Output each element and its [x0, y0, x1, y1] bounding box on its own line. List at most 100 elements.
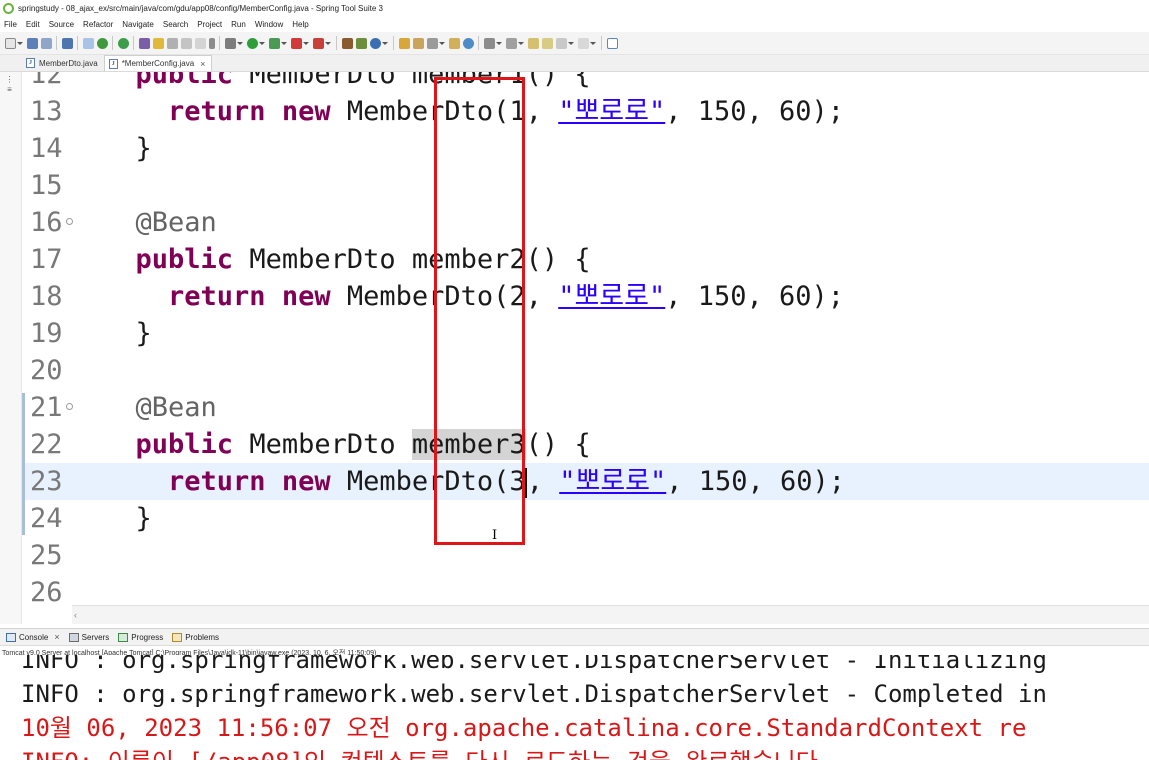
menu-search[interactable]: Search [163, 20, 188, 29]
annotation-dropdown-icon[interactable] [439, 38, 445, 49]
coverage-icon[interactable] [269, 37, 280, 49]
code-line[interactable]: 19 } [22, 315, 1149, 352]
open-folder-icon[interactable] [399, 37, 410, 49]
toolbar-separator [478, 36, 479, 50]
scroll-left-icon[interactable]: ‹ [74, 610, 77, 620]
code-line[interactable]: 20 [22, 352, 1149, 389]
coverage-dropdown-icon[interactable] [281, 38, 287, 49]
new-icon[interactable] [5, 37, 16, 49]
tab-problems[interactable]: Problems [172, 632, 219, 642]
open-perspective-icon[interactable] [607, 37, 618, 49]
menu-source[interactable]: Source [49, 20, 74, 29]
mark-occurrences-icon[interactable] [153, 37, 164, 49]
toolbar-separator [133, 36, 134, 50]
code-text: @Bean [103, 389, 217, 426]
editor-horizontal-scrollbar[interactable]: ‹ [72, 605, 1149, 624]
code-line[interactable]: 22 public MemberDto member3() { [22, 426, 1149, 463]
tab-memberdto-java[interactable]: J MemberDto.java [22, 55, 104, 71]
block-selection-icon[interactable] [181, 37, 192, 49]
back-history-icon[interactable] [542, 37, 553, 49]
next-annotation-icon[interactable] [484, 37, 495, 49]
tab-label: Console [19, 632, 49, 642]
line-number: 21 [30, 392, 63, 423]
next-annotation-dropdown-icon[interactable] [496, 38, 502, 49]
new-package-icon[interactable] [356, 37, 367, 49]
external-tools-dropdown-icon[interactable] [325, 38, 331, 49]
menu-help[interactable]: Help [292, 20, 308, 29]
tab-progress[interactable]: Progress [118, 632, 163, 642]
code-token-kw: public [135, 429, 234, 460]
debug-icon[interactable] [225, 37, 236, 49]
menu-project[interactable]: Project [197, 20, 222, 29]
close-icon[interactable]: × [54, 632, 59, 642]
annotation-icon[interactable] [427, 37, 438, 49]
tab-label: *MemberConfig.java [121, 59, 195, 68]
back-icon[interactable] [556, 37, 567, 49]
new-class-dropdown-icon[interactable] [382, 38, 388, 49]
menu-refactor[interactable]: Refactor [83, 20, 113, 29]
last-edit-location-icon[interactable] [528, 37, 539, 49]
menu-run[interactable]: Run [231, 20, 246, 29]
search-folder-icon[interactable] [449, 37, 460, 49]
new-class-icon[interactable] [370, 37, 381, 49]
code-line[interactable]: 15 [22, 167, 1149, 204]
save-all-icon[interactable] [41, 37, 52, 49]
back-dropdown-icon[interactable] [568, 38, 574, 49]
stop-icon[interactable] [291, 37, 302, 49]
code-line[interactable]: 13 return new MemberDto(1, "뽀로로", 150, 6… [22, 93, 1149, 130]
word-wrap-icon[interactable] [167, 37, 178, 49]
code-line[interactable]: 16 @Bean [22, 204, 1149, 241]
spring-boot-icon[interactable] [97, 37, 108, 49]
fold-toggle-icon[interactable] [66, 403, 73, 410]
open-task-icon[interactable] [413, 37, 424, 49]
package-explorer-minimized[interactable] [0, 55, 22, 71]
code-line[interactable]: 21 @Bean [22, 389, 1149, 426]
previous-annotation-icon[interactable] [506, 37, 517, 49]
menu-file[interactable]: File [4, 20, 17, 29]
show-whitespace-icon[interactable] [195, 37, 206, 49]
forward-icon[interactable] [578, 37, 589, 49]
tab-servers[interactable]: Servers [68, 632, 109, 642]
line-number: 16 [30, 207, 63, 238]
hierarchy-icon[interactable]: ⋮ [5, 76, 14, 84]
external-tools-icon[interactable] [313, 37, 324, 49]
code-line[interactable]: 12 public MemberDto member1() { [22, 72, 1149, 93]
skip-breakpoints-icon[interactable] [83, 37, 94, 49]
outline-icon[interactable]: ≡ [5, 86, 14, 94]
fold-toggle-icon[interactable] [66, 218, 73, 225]
refresh-icon[interactable] [118, 37, 129, 49]
run-dropdown-icon[interactable] [259, 38, 265, 49]
main-toolbar [0, 32, 1149, 55]
stop-dropdown-icon[interactable] [303, 38, 309, 49]
code-line[interactable]: 25 [22, 537, 1149, 574]
menu-window[interactable]: Window [255, 20, 283, 29]
tab-console[interactable]: Console × [6, 632, 60, 642]
globe-icon[interactable] [463, 37, 474, 49]
open-type-icon[interactable] [139, 37, 150, 49]
code-line[interactable]: 17 public MemberDto member2() { [22, 241, 1149, 278]
code-line[interactable]: 18 return new MemberDto(2, "뽀로로", 150, 6… [22, 278, 1149, 315]
tab-memberconfig-java[interactable]: J *MemberConfig.java × [103, 55, 213, 71]
line-number: 19 [30, 318, 63, 349]
save-icon[interactable] [27, 37, 38, 49]
code-line[interactable]: 24 } [22, 500, 1149, 537]
run-icon[interactable] [247, 37, 258, 49]
code-line[interactable]: 23 return new MemberDto(3, "뽀로로", 150, 6… [22, 463, 1149, 500]
new-dropdown-icon[interactable] [17, 38, 23, 49]
close-icon[interactable]: × [200, 59, 205, 69]
pilcrow-icon[interactable] [209, 37, 215, 49]
code-token-kw: new [281, 96, 331, 127]
code-line[interactable]: 14 } [22, 130, 1149, 167]
previous-annotation-dropdown-icon[interactable] [518, 38, 524, 49]
code-editor[interactable]: 12 public MemberDto member1() {13 return… [22, 72, 1149, 624]
forward-dropdown-icon[interactable] [590, 38, 596, 49]
terminal-icon[interactable] [62, 37, 73, 49]
menu-navigate[interactable]: Navigate [122, 20, 154, 29]
new-server-icon[interactable] [342, 37, 353, 49]
debug-dropdown-icon[interactable] [237, 38, 243, 49]
console-output[interactable]: INFO : org.springframework.web.servlet.D… [0, 655, 1149, 760]
menu-edit[interactable]: Edit [26, 20, 40, 29]
